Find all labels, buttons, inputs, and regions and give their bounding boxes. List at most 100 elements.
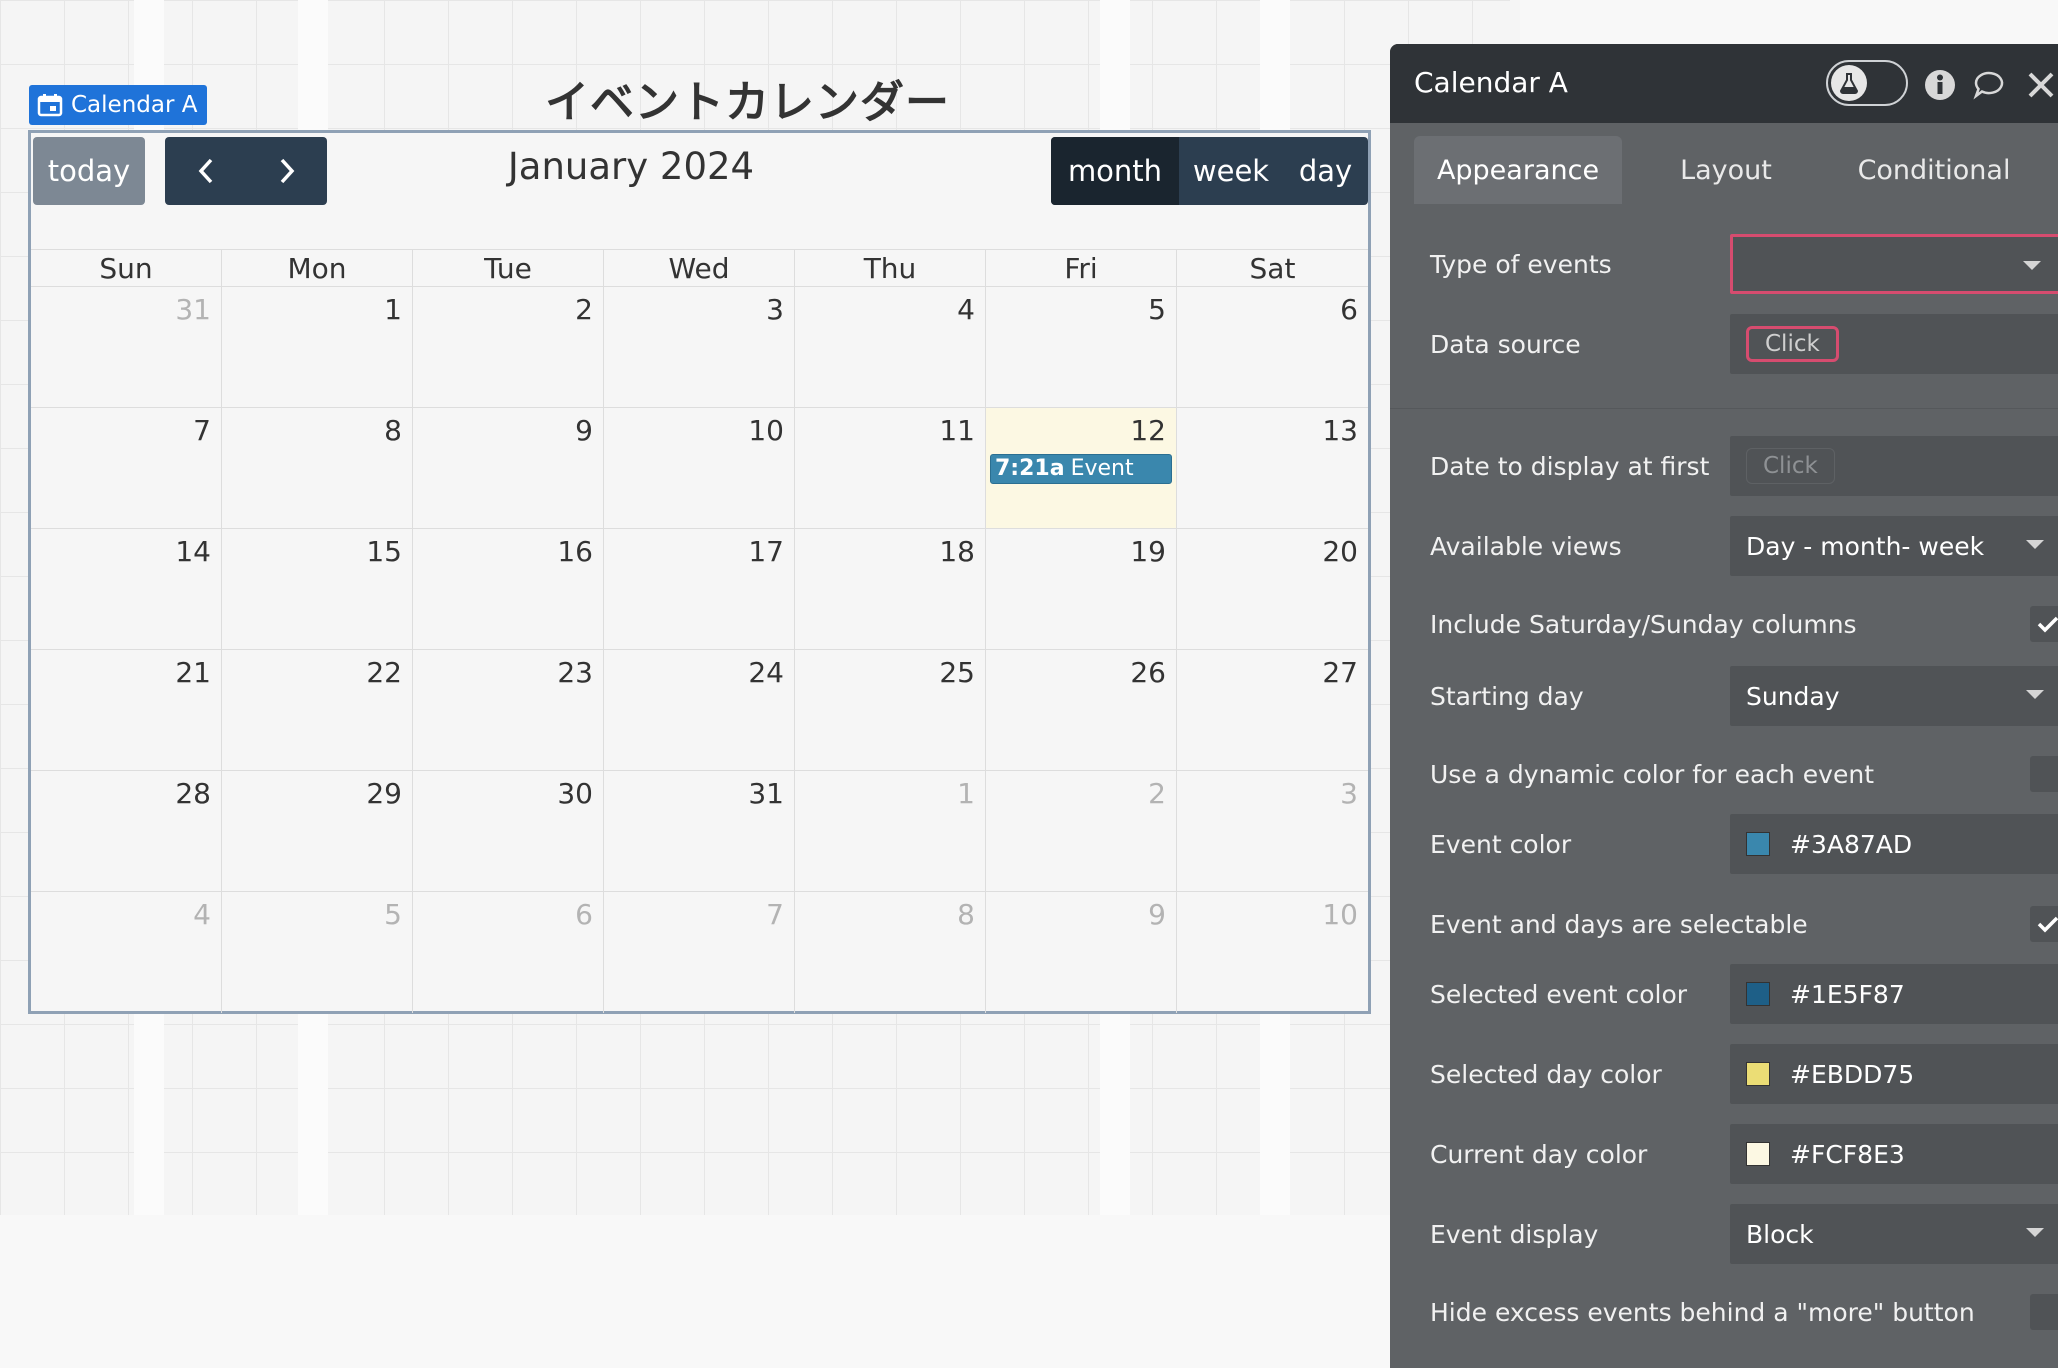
day-cell[interactable]: 1 xyxy=(795,771,986,891)
day-cell[interactable]: 14 xyxy=(31,529,222,649)
comment-icon[interactable] xyxy=(1972,68,2006,102)
tab-layout[interactable]: Layout xyxy=(1622,136,1830,204)
nav-button-group xyxy=(165,137,327,205)
day-cell[interactable]: 8 xyxy=(795,892,986,1013)
day-cell[interactable]: 3 xyxy=(604,287,795,407)
day-number: 1 xyxy=(957,777,975,810)
day-cell[interactable]: 4 xyxy=(795,287,986,407)
prop-event-color: Event color #3A87AD xyxy=(1430,814,2058,874)
day-cell[interactable]: 15 xyxy=(222,529,413,649)
day-cell[interactable]: 9 xyxy=(413,408,604,528)
day-cell[interactable]: 5 xyxy=(222,892,413,1013)
weekday-label: Wed xyxy=(604,250,795,288)
day-cell[interactable]: 17 xyxy=(604,529,795,649)
day-cell[interactable]: 6 xyxy=(413,892,604,1013)
next-month-button[interactable] xyxy=(246,137,327,205)
day-cell[interactable]: 31 xyxy=(31,287,222,407)
property-editor-panel: Calendar A Appearance Layout Conditional… xyxy=(1390,44,2058,1368)
color-swatch xyxy=(1746,832,1770,856)
day-cell[interactable]: 28 xyxy=(31,771,222,891)
day-cell-today[interactable]: 12 7:21a Event xyxy=(986,408,1177,528)
weekday-label: Sun xyxy=(31,250,222,288)
day-cell[interactable]: 30 xyxy=(413,771,604,891)
day-cell[interactable]: 2 xyxy=(413,287,604,407)
event-chip[interactable]: 7:21a Event xyxy=(990,454,1172,484)
element-badge[interactable]: Calendar A xyxy=(29,85,207,125)
selectable-checkbox[interactable] xyxy=(2030,906,2058,942)
tab-appearance[interactable]: Appearance xyxy=(1414,136,1622,204)
day-cell[interactable]: 21 xyxy=(31,650,222,770)
calendar-week-row: 4 5 6 7 8 9 10 xyxy=(31,892,1368,1013)
day-cell[interactable]: 2 xyxy=(986,771,1177,891)
debug-toggle[interactable] xyxy=(1826,60,1908,106)
include-weekend-checkbox[interactable] xyxy=(2030,606,2058,642)
starting-day-dropdown[interactable]: Sunday xyxy=(1730,666,2058,726)
day-cell[interactable]: 3 xyxy=(1177,771,1368,891)
day-cell[interactable]: 23 xyxy=(413,650,604,770)
event-title: Event xyxy=(1070,456,1134,481)
dynamic-color-checkbox[interactable] xyxy=(2030,756,2058,792)
date-display-field[interactable]: Click xyxy=(1730,436,2058,496)
event-time: 7:21a xyxy=(995,456,1065,481)
day-number: 8 xyxy=(957,898,975,931)
day-cell[interactable]: 1 xyxy=(222,287,413,407)
day-cell[interactable]: 20 xyxy=(1177,529,1368,649)
event-color-picker[interactable]: #3A87AD xyxy=(1730,814,2058,874)
day-cell[interactable]: 11 xyxy=(795,408,986,528)
info-icon[interactable] xyxy=(1923,68,1957,102)
tab-conditional[interactable]: Conditional xyxy=(1830,136,2038,204)
day-cell[interactable]: 10 xyxy=(1177,892,1368,1013)
day-number: 2 xyxy=(575,293,593,326)
current-day-color-picker[interactable]: #FCF8E3 xyxy=(1730,1124,2058,1184)
day-cell[interactable]: 10 xyxy=(604,408,795,528)
day-number: 18 xyxy=(939,535,975,568)
day-number: 7 xyxy=(766,898,784,931)
day-number: 7 xyxy=(193,414,211,447)
calendar-widget[interactable]: today January 2024 month week day Sun Mo… xyxy=(28,130,1371,1014)
view-month-button[interactable]: month xyxy=(1051,137,1179,205)
day-cell[interactable]: 29 xyxy=(222,771,413,891)
day-cell[interactable]: 24 xyxy=(604,650,795,770)
hide-excess-checkbox[interactable] xyxy=(2030,1294,2058,1330)
day-cell[interactable]: 25 xyxy=(795,650,986,770)
day-cell[interactable]: 22 xyxy=(222,650,413,770)
day-cell[interactable]: 6 xyxy=(1177,287,1368,407)
prop-label: Event color xyxy=(1430,829,1572,859)
day-cell[interactable]: 16 xyxy=(413,529,604,649)
day-number: 24 xyxy=(748,656,784,689)
today-button[interactable]: today xyxy=(33,137,145,205)
day-number: 5 xyxy=(1148,293,1166,326)
prev-month-button[interactable] xyxy=(165,137,246,205)
color-swatch xyxy=(1746,1062,1770,1086)
day-cell[interactable]: 7 xyxy=(604,892,795,1013)
view-day-button[interactable]: day xyxy=(1283,137,1368,205)
data-source-click[interactable]: Click xyxy=(1746,326,1839,362)
day-cell[interactable]: 18 xyxy=(795,529,986,649)
day-number: 15 xyxy=(366,535,402,568)
selected-day-color-picker[interactable]: #EBDD75 xyxy=(1730,1044,2058,1104)
type-of-events-dropdown[interactable] xyxy=(1730,234,2058,294)
day-cell[interactable]: 9 xyxy=(986,892,1177,1013)
event-display-dropdown[interactable]: Block xyxy=(1730,1204,2058,1264)
day-cell[interactable]: 7 xyxy=(31,408,222,528)
day-cell[interactable]: 26 xyxy=(986,650,1177,770)
data-source-field[interactable]: Click xyxy=(1730,314,2058,374)
day-number: 30 xyxy=(557,777,593,810)
weekday-header: Sun Mon Tue Wed Thu Fri Sat xyxy=(31,249,1368,288)
day-cell[interactable]: 27 xyxy=(1177,650,1368,770)
day-cell[interactable]: 13 xyxy=(1177,408,1368,528)
day-cell[interactable]: 5 xyxy=(986,287,1177,407)
day-cell[interactable]: 8 xyxy=(222,408,413,528)
day-cell[interactable]: 19 xyxy=(986,529,1177,649)
day-cell[interactable]: 4 xyxy=(31,892,222,1013)
available-views-dropdown[interactable]: Day - month- week xyxy=(1730,516,2058,576)
selected-event-color-picker[interactable]: #1E5F87 xyxy=(1730,964,2058,1024)
panel-title: Calendar A xyxy=(1414,66,1568,99)
day-cell[interactable]: 31 xyxy=(604,771,795,891)
chevron-down-icon xyxy=(2026,690,2044,699)
close-icon[interactable] xyxy=(2024,68,2058,102)
prop-hide-excess: Hide excess events behind a "more" butto… xyxy=(1430,1282,2058,1342)
date-display-click[interactable]: Click xyxy=(1746,448,1835,484)
day-number: 9 xyxy=(1148,898,1166,931)
view-week-button[interactable]: week xyxy=(1179,137,1283,205)
